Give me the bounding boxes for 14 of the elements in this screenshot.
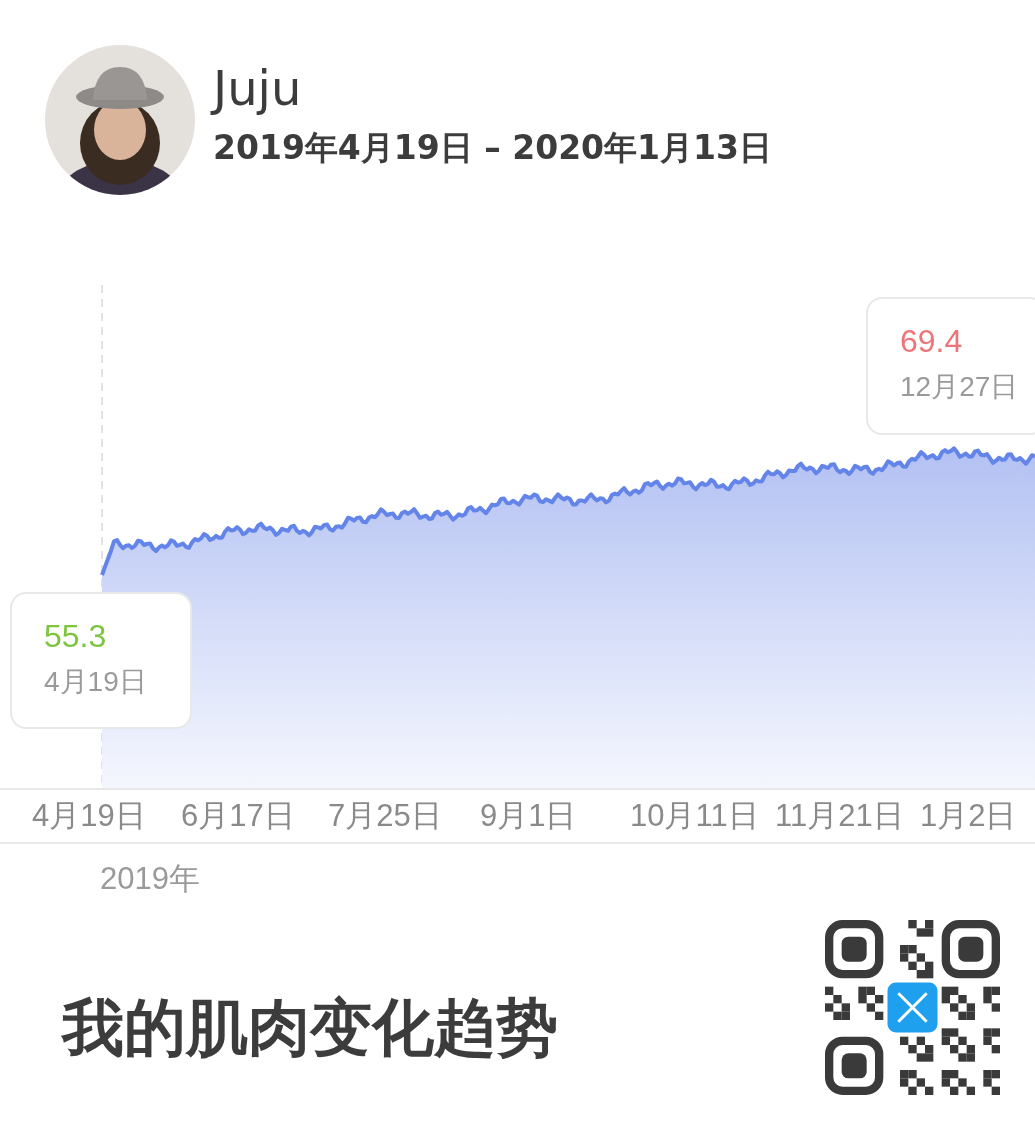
axis-label: 9月1日 bbox=[480, 797, 578, 835]
year-label: 2019年 bbox=[99, 860, 201, 898]
date-range: 2019年4月19日 – 2020年1月13日 bbox=[213, 128, 772, 168]
axis-label: 1月2日 bbox=[920, 797, 1018, 835]
page-title: 我的肌肉变化趋势 bbox=[62, 989, 558, 1066]
axis-label: 7月25日 bbox=[328, 797, 443, 835]
axis-label: 10月11日 bbox=[630, 797, 760, 835]
axis-label: 11月21日 bbox=[775, 797, 905, 835]
axis-label: 6月17日 bbox=[181, 797, 296, 835]
value-label: 69.4 bbox=[900, 322, 964, 361]
date-label: 4月19日 bbox=[44, 665, 148, 699]
date-label: 12月27日 bbox=[900, 370, 1020, 404]
value-label: 55.3 bbox=[44, 617, 108, 656]
axis-label: 4月19日 bbox=[32, 797, 147, 835]
